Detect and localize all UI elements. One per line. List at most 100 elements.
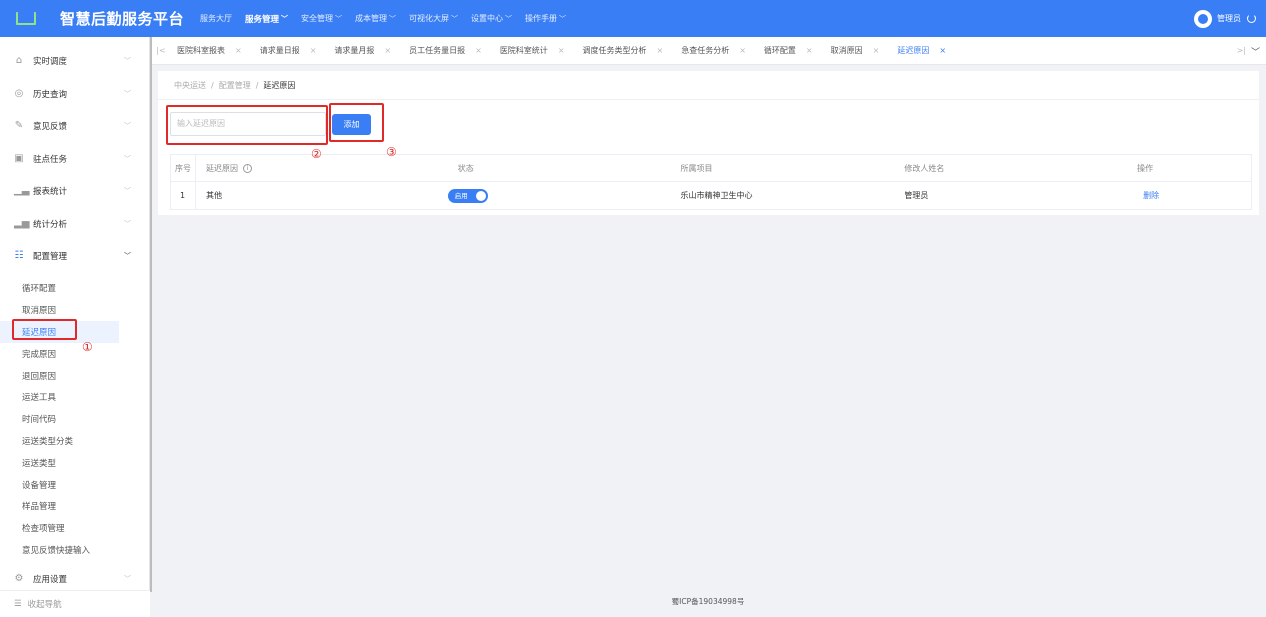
close-icon[interactable]: ×	[739, 46, 746, 55]
sidebar-item-reports[interactable]: ▁▃ 报表统计 ﹀	[0, 175, 149, 208]
annotation-3: ③	[386, 145, 397, 159]
nav-item-service-hall[interactable]: 服务大厅	[200, 13, 232, 24]
col-header-index: 序号	[171, 154, 196, 182]
chevron-down-icon[interactable]: ﹀	[1251, 45, 1260, 58]
tabs-scroll-left-icon[interactable]: |<	[154, 46, 168, 55]
submenu-item[interactable]: 退回原因	[0, 365, 119, 387]
submenu-item[interactable]: 样品管理	[0, 495, 119, 517]
home-icon: ⌂	[15, 55, 23, 67]
submenu-item[interactable]: 循环配置	[0, 278, 119, 300]
row-reason: 其他	[205, 191, 222, 200]
chevron-down-icon: ﹀	[505, 14, 513, 23]
tab[interactable]: 急查任务分析 ×	[672, 45, 755, 56]
close-icon[interactable]: ×	[939, 46, 946, 55]
chevron-down-icon: ﹀	[124, 219, 131, 228]
submenu-item[interactable]: 运送类型分类	[0, 430, 119, 452]
sidebar-item-realtime-dispatch[interactable]: ⌂ 实时调度 ﹀	[0, 45, 149, 78]
tab[interactable]: 请求量日报 ×	[251, 45, 326, 56]
submenu-item[interactable]: 运送类型	[0, 452, 119, 474]
tab[interactable]: 调度任务类型分析 ×	[574, 45, 673, 56]
sidebar-item-feedback[interactable]: ✎ 意见反馈 ﹀	[0, 110, 149, 143]
top-nav: 服务大厅 服务管理 ﹀ 安全管理 ﹀ 成本管理 ﹀ 可视化大屏 ﹀ 设置中心 ﹀ 操作手册…	[200, 0, 579, 37]
close-icon[interactable]: ×	[475, 46, 482, 55]
tab-active[interactable]: 延迟原因 ×	[888, 45, 955, 56]
col-header-action: 操作	[1137, 163, 1154, 173]
sidebar-item-analysis[interactable]: ▂▅ 统计分析 ﹀	[0, 208, 149, 241]
logo-icon	[16, 12, 36, 25]
footer-icp: 蜀ICP备19034998号	[671, 597, 745, 606]
top-bar: 智慧后勤服务平台 服务大厅 服务管理 ﹀ 安全管理 ﹀ 成本管理 ﹀ 可视化大屏 ﹀ 设…	[0, 0, 1266, 37]
submenu-item[interactable]: 完成原因	[0, 343, 119, 365]
tab[interactable]: 取消原因 ×	[822, 45, 889, 56]
annotation-2: ②	[311, 147, 322, 161]
delay-reason-table: 序号 延迟原因 i 状态 所属项目 修改人姓名 操作 1 其他 启用 乐山市精神卫…	[170, 154, 1252, 210]
chevron-down-icon: ﹀	[124, 122, 131, 130]
close-icon[interactable]: ×	[310, 46, 317, 55]
chevron-down-icon: ﹀	[124, 187, 131, 195]
highlight-box-3	[329, 103, 384, 142]
menu-fold-icon: ☰	[14, 599, 22, 609]
table-header: 序号 延迟原因 i 状态 所属项目 修改人姓名 操作	[171, 154, 1251, 182]
chevron-down-icon: ﹀	[124, 574, 131, 583]
chevron-down-icon: ﹀	[124, 57, 131, 65]
submenu-item[interactable]: 设备管理	[0, 474, 119, 496]
tab[interactable]: 员工任务量日报 ×	[400, 45, 491, 56]
close-icon[interactable]: ×	[873, 46, 880, 55]
tabs-bar: |< 医院科室报表 × 请求量日报 × 请求量月报 × 员工任务量日报 × 医院科室统计…	[150, 37, 1266, 65]
nav-item-safety-management[interactable]: 安全管理 ﹀	[301, 13, 342, 24]
close-icon[interactable]: ×	[384, 46, 391, 55]
annotation-1: ①	[82, 340, 93, 354]
submenu-item[interactable]: 时间代码	[0, 408, 119, 430]
chevron-down-icon: ﹀	[389, 14, 397, 23]
tab[interactable]: 医院科室报表 ×	[168, 45, 251, 56]
sidebar-scrollbar[interactable]	[150, 37, 152, 592]
brand-title: 智慧后勤服务平台	[60, 10, 185, 28]
user-name: 管理员	[1217, 14, 1241, 23]
chevron-down-icon: ﹀	[124, 89, 131, 98]
table-row: 1 其他 启用 乐山市精神卫生中心 管理员 删除	[171, 182, 1251, 209]
submenu-item[interactable]: 取消原因	[0, 299, 119, 321]
col-header-editor: 修改人姓名	[904, 163, 945, 173]
sidebar-item-app-settings[interactable]: ⚙ 应用设置 ﹀	[0, 565, 149, 593]
row-project: 乐山市精神卫生中心	[680, 191, 753, 200]
calendar-icon: ▣	[14, 152, 24, 164]
submenu-item[interactable]: 运送工具	[0, 386, 119, 408]
nav-item-visual-screen[interactable]: 可视化大屏 ﹀	[409, 13, 458, 24]
row-index: 1	[171, 182, 196, 209]
highlight-box-2	[166, 105, 328, 145]
sidebar-item-station-tasks[interactable]: ▣ 驻点任务 ﹀	[0, 143, 149, 176]
nav-item-manual[interactable]: 操作手册 ﹀	[525, 13, 566, 24]
nav-item-settings-center[interactable]: 设置中心 ﹀	[471, 13, 512, 24]
sidebar-item-config[interactable]: ☷ 配置管理 ﹀	[0, 240, 149, 273]
submenu-item[interactable]: 检查项管理	[0, 517, 119, 539]
col-header-project: 所属项目	[680, 163, 713, 173]
tabs-scroll-right-icon[interactable]: >|	[1237, 46, 1246, 55]
collapse-nav-button[interactable]: ☰ 收起导航	[0, 590, 150, 617]
info-icon[interactable]: i	[242, 163, 252, 173]
power-icon[interactable]	[1247, 14, 1256, 23]
edit-icon: ✎	[14, 120, 24, 132]
close-icon[interactable]: ×	[806, 46, 813, 55]
user-menu[interactable]: 管理员	[1194, 0, 1256, 37]
sidebar-item-history[interactable]: ◎ 历史查询 ﹀	[0, 78, 149, 111]
submenu-item[interactable]: 意见反馈快捷输入	[0, 539, 119, 561]
toggle-knob	[475, 190, 486, 201]
chevron-down-icon: ﹀	[559, 14, 567, 23]
chevron-down-icon: ﹀	[124, 252, 131, 260]
delete-link[interactable]: 删除	[1125, 182, 1251, 209]
close-icon[interactable]: ×	[558, 46, 565, 55]
tab[interactable]: 医院科室统计 ×	[491, 45, 574, 56]
nav-item-cost-management[interactable]: 成本管理 ﹀	[355, 13, 396, 24]
close-icon[interactable]: ×	[235, 46, 242, 55]
close-icon[interactable]: ×	[657, 46, 664, 55]
chevron-down-icon: ﹀	[281, 14, 289, 23]
nav-item-service-management[interactable]: 服务管理 ﹀	[245, 13, 288, 25]
status-toggle[interactable]: 启用	[447, 188, 488, 203]
chevron-down-icon: ﹀	[451, 14, 459, 23]
grid-icon: ☷	[14, 250, 24, 262]
analysis-icon: ▂▅	[14, 217, 30, 229]
tab[interactable]: 请求量月报 ×	[325, 45, 400, 56]
history-icon: ◎	[14, 87, 24, 99]
divider	[158, 99, 1259, 100]
tab[interactable]: 循环配置 ×	[755, 45, 822, 56]
